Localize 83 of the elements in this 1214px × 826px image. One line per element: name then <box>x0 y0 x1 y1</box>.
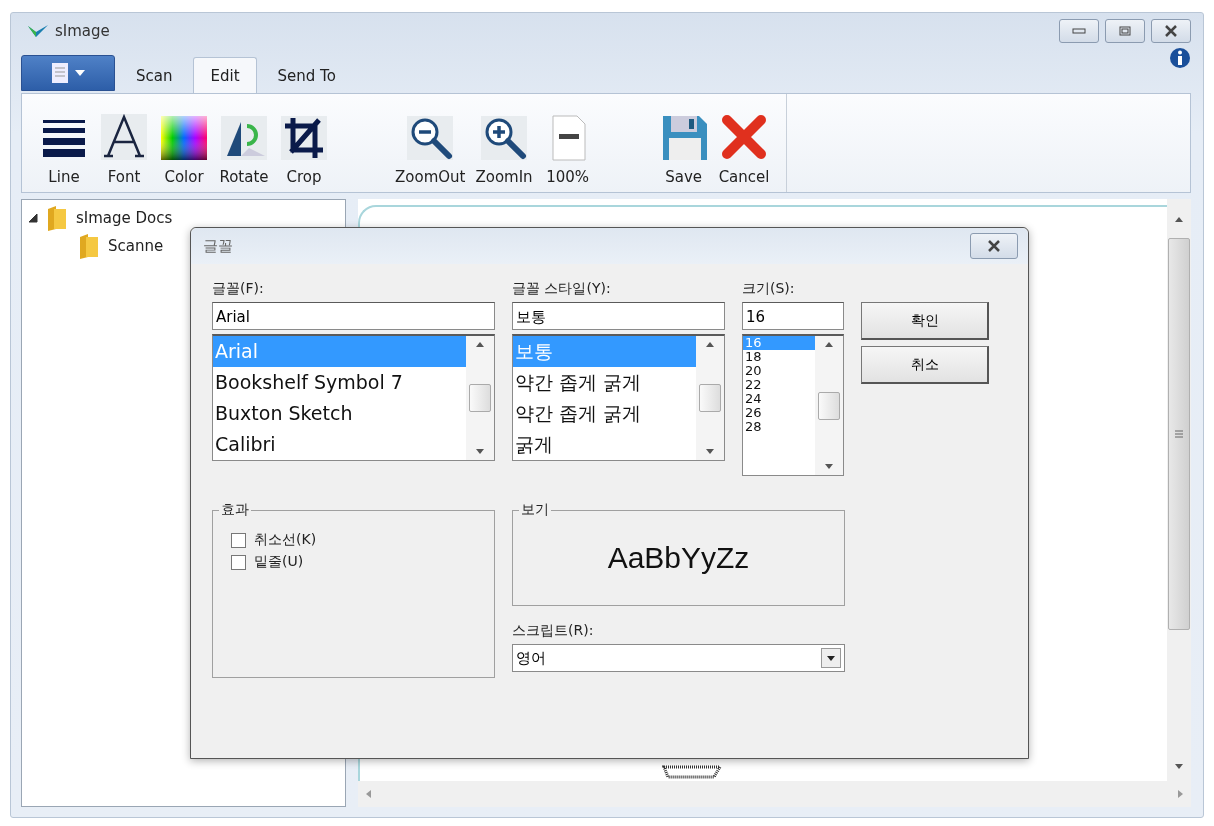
restore-icon <box>1119 26 1131 36</box>
toolbar-button[interactable]: Font <box>96 94 152 192</box>
document-icon <box>51 62 69 84</box>
list-option[interactable]: Calibri <box>213 429 466 460</box>
list-box[interactable]: Arial Bookshelf Symbol 7 Buxton Sketch Calibri <box>212 334 495 461</box>
scroll-down-icon[interactable] <box>476 449 484 454</box>
field-label: 크기(S): <box>742 280 796 298</box>
minimize-icon <box>1072 28 1086 34</box>
scroll-up-icon[interactable] <box>825 342 833 347</box>
scrollbar[interactable] <box>466 336 494 460</box>
scroll-up-icon[interactable] <box>476 342 484 347</box>
vertical-scrollbar[interactable] <box>1167 199 1191 781</box>
input-field[interactable]: Arial <box>212 302 495 330</box>
list-box[interactable]: 보통 약간 좁게 굵게 약간 좁게 굵게 굵게 <box>512 334 725 461</box>
app-menu-button[interactable] <box>21 55 115 91</box>
ribbon-tab[interactable]: Edit <box>193 57 257 94</box>
caret-icon <box>75 70 85 76</box>
list-option[interactable]: 24 <box>743 392 815 406</box>
scrollbar[interactable] <box>815 336 843 475</box>
list-option[interactable]: 20 <box>743 364 815 378</box>
scroll-thumb[interactable] <box>1168 238 1190 630</box>
field-label: 글꼴 스타일(Y): <box>512 280 612 298</box>
dialog-title: 글꼴 <box>203 236 233 256</box>
scroll-down-icon[interactable] <box>1175 764 1183 769</box>
dialog-button[interactable]: 취소 <box>861 346 989 384</box>
close-icon <box>987 240 1001 252</box>
list-box[interactable]: 16 18 20 22 24 26 28 <box>742 334 844 476</box>
toolbar-button[interactable]: Crop <box>276 94 332 192</box>
checkbox[interactable]: 취소선(K) <box>231 531 476 549</box>
ribbon-tab[interactable]: Scan <box>119 57 190 94</box>
close-button[interactable] <box>1151 19 1191 43</box>
close-icon <box>1164 25 1178 37</box>
toolbar-button[interactable]: ZoomIn <box>472 94 536 192</box>
folder-icon <box>46 205 68 231</box>
tree-item[interactable]: sImage Docs <box>76 209 173 227</box>
folder-icon <box>78 233 100 259</box>
grip-icon <box>1174 429 1184 439</box>
expander-icon[interactable] <box>28 213 38 223</box>
group-title: 효과 <box>219 501 251 519</box>
scroll-thumb[interactable] <box>818 391 840 420</box>
toolbar-button[interactable]: Color <box>156 94 212 192</box>
scribble-drawing <box>662 765 722 779</box>
ribbon-tab[interactable]: Send To <box>260 57 353 94</box>
toolbar-button[interactable]: Line <box>36 94 92 192</box>
toolbar-button[interactable]: Rotate <box>216 94 272 192</box>
list-option[interactable]: 약간 좁게 굵게 <box>513 398 696 429</box>
info-icon[interactable] <box>1169 47 1191 69</box>
dropdown-caret-icon <box>827 655 835 661</box>
list-option[interactable]: 28 <box>743 420 815 434</box>
scrollbar[interactable] <box>696 336 724 460</box>
scroll-down-icon[interactable] <box>825 464 833 469</box>
group-title: 보기 <box>519 501 551 519</box>
checkbox[interactable]: 밑줄(U) <box>231 553 476 571</box>
scroll-thumb[interactable] <box>469 384 491 412</box>
minimize-button[interactable] <box>1059 19 1099 43</box>
list-option[interactable]: 굵게 <box>513 429 696 460</box>
field-label: 글꼴(F): <box>212 280 265 298</box>
list-option[interactable]: Bookshelf Symbol 7 <box>213 367 466 398</box>
dialog-button[interactable]: 확인 <box>861 302 989 340</box>
letter-icon <box>99 112 149 162</box>
close-button[interactable] <box>970 233 1018 259</box>
maximize-button[interactable] <box>1105 19 1145 43</box>
scroll-up-icon[interactable] <box>706 342 714 347</box>
list-option[interactable]: 약간 좁게 굵게 <box>513 367 696 398</box>
field-label: 스크립트(R): <box>512 622 595 640</box>
scroll-up-icon[interactable] <box>1175 217 1183 222</box>
input-field[interactable]: 보통 <box>512 302 725 330</box>
list-option[interactable]: Buxton Sketch <box>213 398 466 429</box>
scroll-down-icon[interactable] <box>706 449 714 454</box>
tree-item[interactable]: Scanne <box>108 237 164 255</box>
list-option[interactable]: 18 <box>743 350 815 364</box>
toolbar-button[interactable]: 100% <box>539 94 596 192</box>
input-field[interactable]: 16 <box>742 302 844 330</box>
window-title: sImage <box>55 22 111 40</box>
scroll-thumb[interactable] <box>699 384 721 412</box>
toolbar-button[interactable]: Cancel <box>715 94 773 192</box>
preview-sample: AaBbYyZz <box>607 541 750 575</box>
app-logo-icon <box>27 23 49 39</box>
script-dropdown[interactable]: 영어 <box>512 644 845 672</box>
list-option[interactable]: 22 <box>743 378 815 392</box>
toolbar-button[interactable]: Save <box>655 94 712 192</box>
list-option[interactable]: 26 <box>743 406 815 420</box>
toolbar-button[interactable]: ZoomOut <box>392 94 469 192</box>
